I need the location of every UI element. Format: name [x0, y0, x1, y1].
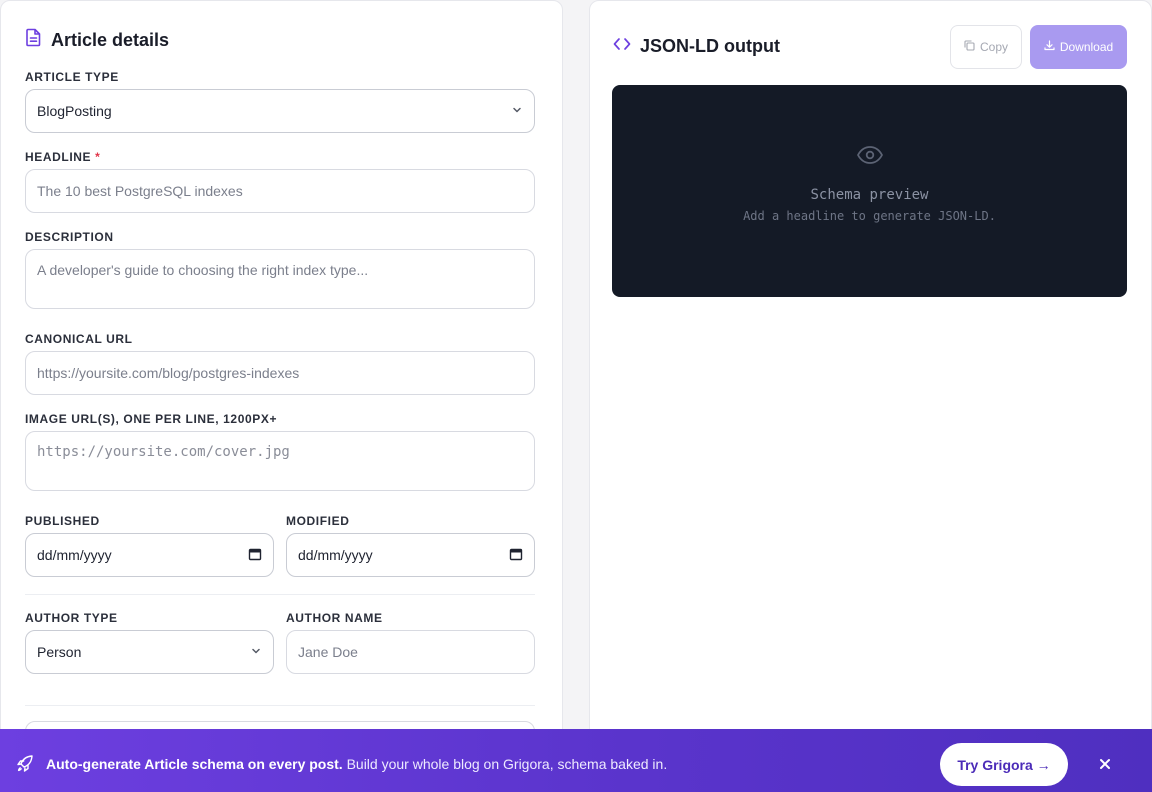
download-button[interactable]: Download: [1030, 25, 1127, 69]
calendar-icon[interactable]: [248, 547, 262, 564]
download-icon: [1044, 40, 1055, 54]
canonical-url-placeholder: https://yoursite.com/blog/postgres-index…: [37, 365, 300, 381]
copy-icon: [964, 40, 975, 54]
published-label: PUBLISHED: [25, 514, 100, 528]
panel-title: JSON-LD output: [640, 36, 780, 56]
code-icon: [613, 37, 631, 56]
eye-icon: [856, 145, 884, 170]
schema-preview: Schema preview Add a headline to generat…: [612, 85, 1127, 297]
modified-label: MODIFIED: [286, 514, 350, 528]
headline-label: HEADLINE *: [25, 150, 100, 164]
close-icon[interactable]: [1096, 755, 1114, 773]
description-textarea[interactable]: A developer's guide to choosing the righ…: [25, 249, 535, 309]
canonical-url-label: CANONICAL URL: [25, 332, 133, 346]
author-type-value: Person: [37, 644, 82, 660]
article-type-value: BlogPosting: [37, 103, 112, 119]
try-grigora-button[interactable]: Try Grigora →: [940, 743, 1068, 786]
copy-label: Copy: [979, 40, 1008, 54]
section-divider: [25, 705, 535, 706]
headline-placeholder: The 10 best PostgreSQL indexes: [37, 183, 243, 199]
promo-banner: Auto-generate Article schema on every po…: [0, 729, 1152, 792]
headline-label-text: HEADLINE: [25, 150, 92, 164]
author-type-select[interactable]: Person: [25, 630, 274, 674]
published-date-input[interactable]: dd/mm/yyyy: [25, 533, 274, 577]
published-value: dd/mm/yyyy: [37, 547, 112, 563]
document-icon: [25, 28, 42, 52]
banner-message: Auto-generate Article schema on every po…: [46, 756, 667, 772]
article-type-select[interactable]: BlogPosting: [25, 89, 535, 133]
image-urls-textarea[interactable]: https://yoursite.com/cover.jpg: [25, 431, 535, 491]
copy-button[interactable]: Copy: [950, 25, 1022, 69]
banner-bold-text: Auto-generate Article schema on every po…: [46, 756, 343, 772]
required-mark: *: [95, 150, 101, 164]
modified-date-input[interactable]: dd/mm/yyyy: [286, 533, 535, 577]
author-type-label: AUTHOR TYPE: [25, 611, 118, 625]
panel-title: Article details: [51, 29, 170, 50]
chevron-down-icon: [250, 644, 262, 660]
author-name-input[interactable]: Jane Doe: [286, 630, 535, 674]
modified-value: dd/mm/yyyy: [298, 547, 373, 563]
preview-subtitle: Add a headline to generate JSON-LD.: [743, 209, 996, 223]
image-urls-label: IMAGE URL(S), ONE PER LINE, 1200PX+: [25, 412, 278, 426]
rocket-icon: [16, 755, 34, 778]
author-name-label: AUTHOR NAME: [286, 611, 383, 625]
section-divider: [25, 594, 535, 595]
article-type-label: ARTICLE TYPE: [25, 70, 119, 84]
canonical-url-input[interactable]: https://yoursite.com/blog/postgres-index…: [25, 351, 535, 395]
preview-title: Schema preview: [810, 187, 929, 203]
article-details-header: Article details: [25, 28, 169, 52]
description-label: DESCRIPTION: [25, 230, 114, 244]
headline-input[interactable]: The 10 best PostgreSQL indexes: [25, 169, 535, 213]
calendar-icon[interactable]: [509, 547, 523, 564]
banner-text: Build your whole blog on Grigora, schema…: [342, 756, 668, 772]
download-label: Download: [1059, 40, 1114, 54]
json-ld-header: JSON-LD output: [613, 36, 780, 57]
chevron-down-icon: [511, 103, 523, 119]
description-placeholder: A developer's guide to choosing the righ…: [37, 262, 369, 278]
image-urls-placeholder: https://yoursite.com/cover.jpg: [37, 444, 290, 460]
author-name-placeholder: Jane Doe: [298, 644, 358, 660]
